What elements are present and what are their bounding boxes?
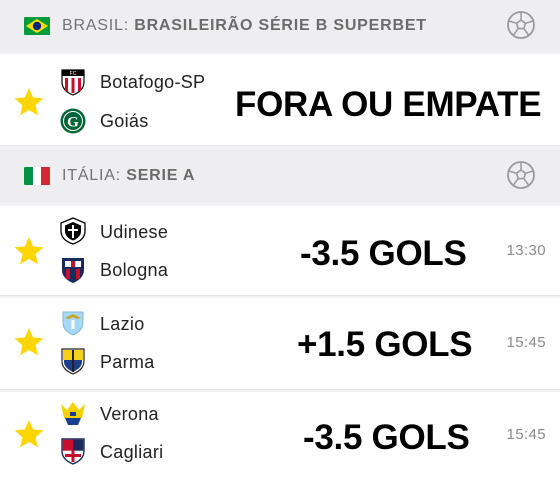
- cagliari-crest-icon: [60, 437, 86, 465]
- brazil-flag-icon: [24, 17, 50, 35]
- soccer-ball-icon: [506, 160, 536, 190]
- away-team-name: Bologna: [100, 260, 169, 280]
- botafogo-sp-crest-icon: FC: [60, 68, 86, 96]
- league-title: BRASIL: BRASILEIRÃO SÉRIE B SUPERBET: [62, 17, 427, 34]
- home-team-name: Botafogo-SP: [100, 72, 206, 92]
- league-header-brasil[interactable]: BRASIL: BRASILEIRÃO SÉRIE B SUPERBET: [0, 0, 560, 52]
- betting-tip: +1.5 GOLS: [297, 325, 473, 364]
- league-title: ITÁLIA: SERIE A: [62, 167, 196, 184]
- favorite-star-icon[interactable]: [13, 326, 45, 358]
- match-row[interactable]: FC Botafogo-SP G Goiás FORA OU EMPATE: [0, 54, 560, 146]
- favorite-star-icon[interactable]: [13, 418, 45, 450]
- bologna-crest-icon: [60, 256, 86, 284]
- match-row[interactable]: Verona Cagliari -3.5 GOLS 15:45: [0, 392, 560, 480]
- home-team-name: Verona: [100, 404, 159, 424]
- home-team-name: Udinese: [100, 222, 169, 242]
- home-team-name: Lazio: [100, 314, 145, 334]
- betting-tip: -3.5 GOLS: [303, 418, 470, 457]
- betting-tip: FORA OU EMPATE: [235, 85, 542, 124]
- favorite-star-icon[interactable]: [13, 235, 45, 267]
- parma-crest-icon: [60, 347, 86, 375]
- match-row[interactable]: Udinese Bologna -3.5 GOLS 13:30: [0, 206, 560, 296]
- soccer-ball-icon: [506, 10, 536, 40]
- match-time: 15:45: [506, 426, 546, 443]
- udinese-crest-icon: [60, 217, 86, 245]
- match-row[interactable]: Lazio Parma +1.5 GOLS 15:45: [0, 298, 560, 390]
- away-team-name: Parma: [100, 352, 155, 372]
- away-team-name: Cagliari: [100, 442, 164, 462]
- match-time: 13:30: [506, 242, 546, 259]
- goias-crest-icon: G: [60, 107, 86, 135]
- lazio-crest-icon: [60, 309, 86, 337]
- match-time: 15:45: [506, 334, 546, 351]
- favorite-star-icon[interactable]: [13, 86, 45, 118]
- betting-tip: -3.5 GOLS: [300, 234, 467, 273]
- italy-flag-icon: [24, 167, 50, 185]
- away-team-name: Goiás: [100, 111, 149, 131]
- league-header-italia[interactable]: ITÁLIA: SERIE A: [0, 150, 560, 202]
- verona-crest-icon: [60, 400, 86, 428]
- svg-text:FC: FC: [70, 71, 77, 77]
- svg-text:G: G: [67, 115, 79, 131]
